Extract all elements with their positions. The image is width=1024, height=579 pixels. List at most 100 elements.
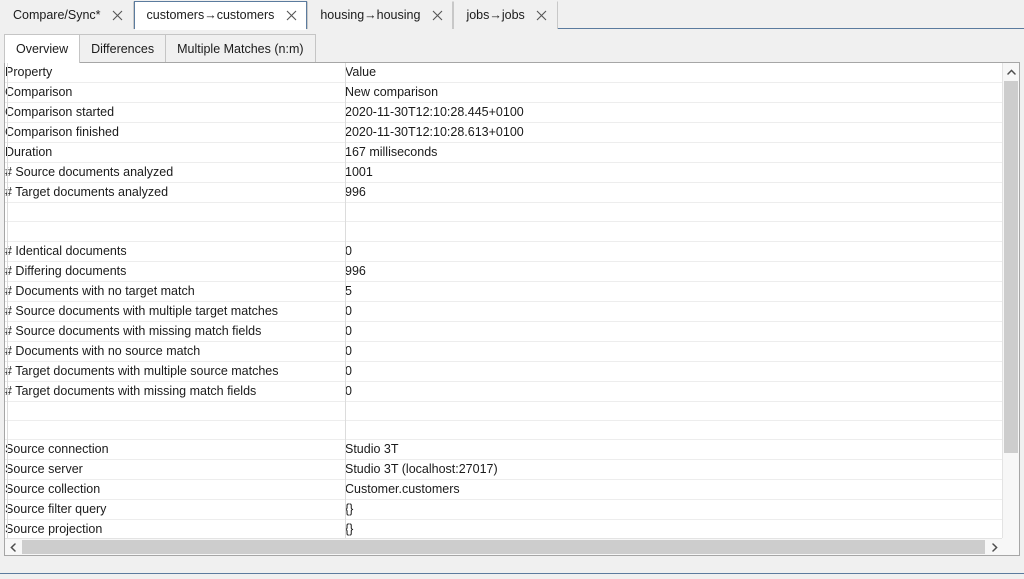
cell-property: # Identical documents (5, 241, 345, 261)
cell-property: Comparison (5, 83, 345, 103)
table-row[interactable]: Source projection{} (5, 520, 1003, 540)
close-icon[interactable] (536, 10, 548, 22)
cell-property: # Source documents with missing match fi… (5, 321, 345, 341)
table-spacer-row (5, 203, 1003, 222)
cell-property: Source projection (5, 520, 345, 540)
table-row[interactable]: # Source documents with multiple target … (5, 301, 1003, 321)
tab-label: Compare/Sync* (13, 9, 101, 22)
tab-differences[interactable]: Differences (79, 34, 166, 63)
table-row[interactable]: Comparison started2020-11-30T12:10:28.44… (5, 103, 1003, 123)
horizontal-scrollbar[interactable] (5, 538, 1003, 555)
cell-property: # Target documents with multiple source … (5, 361, 345, 381)
cell-value: 996 (345, 183, 1003, 203)
cell-value: Customer.customers (345, 480, 1003, 500)
tab-overview[interactable]: Overview (4, 34, 80, 63)
cell-property: # Target documents with missing match fi… (5, 381, 345, 401)
table-row[interactable]: ComparisonNew comparison (5, 83, 1003, 103)
tab-label: Overview (16, 42, 68, 56)
table-spacer-row (5, 401, 1003, 420)
table-spacer-row (5, 420, 1003, 439)
cell-value: 0 (345, 321, 1003, 341)
cell-value: 2020-11-30T12:10:28.613+0100 (345, 123, 1003, 143)
table-row[interactable]: Source connectionStudio 3T (5, 440, 1003, 460)
cell-property: Comparison started (5, 103, 345, 123)
grid-left-edge (7, 63, 8, 555)
table-row[interactable]: Duration167 milliseconds (5, 143, 1003, 163)
horizontal-scrollbar-thumb[interactable] (22, 540, 985, 554)
cell-value: 5 (345, 281, 1003, 301)
cell-property: # Source documents with multiple target … (5, 301, 345, 321)
tab-multiple-matches[interactable]: Multiple Matches (n:m) (165, 34, 315, 63)
cell-property: Source connection (5, 440, 345, 460)
table-row[interactable]: Source collectionCustomer.customers (5, 480, 1003, 500)
cell-property: # Source documents analyzed (5, 163, 345, 183)
tab-customers-customers[interactable]: customers→customers (134, 1, 308, 29)
tab-label: customers→customers (147, 9, 275, 22)
scrollbar-corner (1002, 538, 1019, 555)
cell-value: Studio 3T (345, 440, 1003, 460)
vertical-scrollbar[interactable] (1002, 63, 1019, 555)
cell-property: Duration (5, 143, 345, 163)
cell-property (5, 222, 345, 241)
cell-value: 0 (345, 241, 1003, 261)
table-row[interactable]: Comparison finished2020-11-30T12:10:28.6… (5, 123, 1003, 143)
table-row[interactable]: # Source documents with missing match fi… (5, 321, 1003, 341)
cell-value (345, 203, 1003, 222)
result-tab-bar: Overview Differences Multiple Matches (n… (0, 30, 1024, 63)
tab-jobs-jobs[interactable]: jobs→jobs (453, 1, 557, 29)
table-row[interactable]: # Target documents with missing match fi… (5, 381, 1003, 401)
cell-property: # Target documents analyzed (5, 183, 345, 203)
chevron-up-icon[interactable] (1003, 63, 1019, 80)
application-window: Compare/Sync* customers→customers housin… (0, 0, 1024, 579)
table-row[interactable]: # Documents with no source match0 (5, 341, 1003, 361)
overview-table-viewport: PropertyValueComparisonNew comparisonCom… (5, 63, 1003, 555)
cell-property: Comparison finished (5, 123, 345, 143)
cell-value: 0 (345, 381, 1003, 401)
table-row[interactable]: # Differing documents996 (5, 261, 1003, 281)
chevron-right-icon[interactable] (987, 539, 1003, 555)
column-header-property: Property (5, 63, 345, 83)
cell-value (345, 420, 1003, 439)
overview-panel: PropertyValueComparisonNew comparisonCom… (4, 62, 1020, 556)
cell-value: 0 (345, 301, 1003, 321)
cell-property (5, 420, 345, 439)
table-row[interactable]: # Documents with no target match5 (5, 281, 1003, 301)
cell-value: 2020-11-30T12:10:28.445+0100 (345, 103, 1003, 123)
table-row[interactable]: # Target documents with multiple source … (5, 361, 1003, 381)
table-row[interactable]: # Source documents analyzed1001 (5, 163, 1003, 183)
close-icon[interactable] (431, 10, 443, 22)
cell-value: 0 (345, 341, 1003, 361)
table-row[interactable]: # Identical documents0 (5, 241, 1003, 261)
comparison-tab-bar: Compare/Sync* customers→customers housin… (0, 0, 1024, 29)
table-row[interactable]: Source serverStudio 3T (localhost:27017) (5, 460, 1003, 480)
column-header-value: Value (345, 63, 1003, 83)
tab-compare-sync[interactable]: Compare/Sync* (0, 1, 134, 29)
close-icon[interactable] (285, 10, 297, 22)
table-row[interactable]: PropertyValue (5, 63, 1003, 83)
table-row[interactable]: Source filter query{} (5, 500, 1003, 520)
cell-value: 167 milliseconds (345, 143, 1003, 163)
cell-property (5, 401, 345, 420)
tab-label: housing→housing (320, 9, 420, 22)
cell-value: Studio 3T (localhost:27017) (345, 460, 1003, 480)
table-spacer-row (5, 222, 1003, 241)
chevron-left-icon[interactable] (5, 539, 21, 555)
window-bottom-strip (0, 557, 1024, 579)
window-bottom-rule (0, 573, 1024, 574)
cell-property: # Documents with no target match (5, 281, 345, 301)
cell-property: # Documents with no source match (5, 341, 345, 361)
table-row[interactable]: # Target documents analyzed996 (5, 183, 1003, 203)
tab-label: jobs→jobs (466, 9, 524, 22)
tab-label: Multiple Matches (n:m) (177, 42, 303, 56)
tab-label: Differences (91, 42, 154, 56)
cell-value: 1001 (345, 163, 1003, 183)
cell-value: 0 (345, 361, 1003, 381)
cell-property: Source collection (5, 480, 345, 500)
vertical-scrollbar-thumb[interactable] (1004, 81, 1018, 453)
close-icon[interactable] (112, 10, 124, 22)
overview-table: PropertyValueComparisonNew comparisonCom… (5, 63, 1003, 555)
tab-housing-housing[interactable]: housing→housing (307, 1, 453, 29)
cell-property: Source server (5, 460, 345, 480)
cell-value: New comparison (345, 83, 1003, 103)
cell-value: {} (345, 500, 1003, 520)
